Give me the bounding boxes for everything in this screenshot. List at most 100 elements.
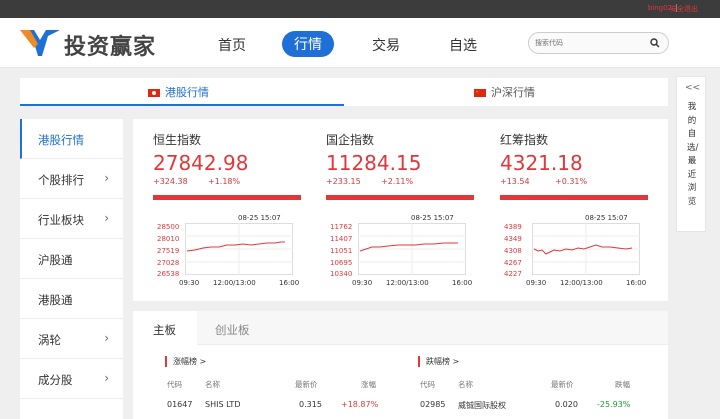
y-tick: 4267: [504, 259, 522, 267]
index-bar: [153, 195, 301, 200]
y-tick: 27519: [157, 247, 180, 255]
chart-timestamp: 08-25 15:07: [238, 214, 281, 222]
index-name: 恒生指数: [153, 133, 202, 147]
x-tick: 09:30: [352, 279, 373, 287]
index-change: +13.54: [500, 177, 530, 186]
chart-timestamp: 08-25 15:07: [411, 214, 454, 222]
search-icon[interactable]: [650, 38, 660, 48]
gainers-row-name[interactable]: SHIS LTD: [205, 400, 240, 409]
hk-flag-icon: [148, 89, 160, 97]
sidebar-item-sh-connect[interactable]: 沪股通: [20, 239, 123, 279]
y-tick: 4349: [504, 235, 522, 243]
sidebar-item-label: 个股排行: [38, 173, 84, 187]
y-tick: 27028: [157, 259, 180, 267]
nav-quotes[interactable]: 行情: [282, 31, 334, 57]
sidebar-item-hk-connect[interactable]: 港股通: [20, 279, 123, 319]
y-tick: 11051: [330, 247, 353, 255]
index-card-hscei[interactable]: 国企指数 11284.15 +233.15 +2.11% 08-25 15:07…: [306, 119, 474, 301]
sidebar-item-label: 涡轮: [38, 333, 61, 347]
index-card-hsi[interactable]: 恒生指数 27842.98 +324.38 +1.18% 08-25 15:07…: [133, 119, 301, 301]
y-tick: 4389: [504, 223, 522, 231]
y-tick: 11407: [330, 235, 353, 243]
tab-hk-market[interactable]: 港股行情: [148, 84, 209, 100]
gainers-row-price: 0.315: [299, 400, 322, 409]
x-tick: 12:00/13:00: [386, 279, 429, 287]
cn-flag-icon: [474, 89, 486, 97]
losers-title[interactable]: 跌幅榜 >: [418, 356, 459, 367]
collapse-arrow-icon[interactable]: <<: [685, 83, 700, 93]
sidebar: 港股行情 个股排行 › 行业板块 › 沪股通 港股通 涡轮 › 成分股 ›: [20, 119, 123, 419]
tab-gem-board[interactable]: 创业板: [215, 322, 250, 338]
y-tick: 28010: [157, 235, 180, 243]
market-tabs: 港股行情 沪深行情: [20, 78, 668, 106]
gainers-header-code: 代码: [167, 380, 182, 389]
sidebar-item-label: 成分股: [38, 373, 73, 387]
board-tabs: [133, 311, 668, 345]
sidebar-item-sectors[interactable]: 行业板块 ›: [20, 199, 123, 239]
index-cards: 恒生指数 27842.98 +324.38 +1.18% 08-25 15:07…: [133, 119, 668, 301]
logo-icon[interactable]: [18, 26, 62, 58]
index-change: +233.15: [326, 177, 361, 186]
recent-panel[interactable]: << 我的自选/最近浏览: [676, 76, 706, 232]
y-tick: 28500: [157, 223, 180, 231]
sidebar-item-warrants[interactable]: 涡轮 ›: [20, 319, 123, 359]
sidebar-item-stock-ranking[interactable]: 个股排行 ›: [20, 159, 123, 199]
intraday-line: [358, 223, 466, 275]
board-panel: 主板 创业板 涨幅榜 > 代码 名称 最新价 涨幅 01647 SHIS LTD…: [133, 311, 668, 419]
index-name: 国企指数: [326, 133, 375, 147]
logout-link[interactable]: 安全退出: [670, 4, 698, 14]
tab-underline: [20, 104, 344, 106]
sidebar-item-label: 港股通: [38, 293, 73, 307]
tab-label: 港股行情: [165, 86, 209, 99]
index-card-hscci[interactable]: 红筹指数 4321.18 +13.54 +0.31% 08-25 15:07 4…: [480, 119, 648, 301]
sidebar-item-hk-quotes[interactable]: 港股行情: [20, 119, 123, 159]
search-box: [528, 32, 669, 54]
nav-home[interactable]: 首页: [218, 35, 246, 55]
x-tick: 16:00: [626, 279, 647, 287]
index-value: 27842.98: [153, 151, 249, 175]
sidebar-item-constituents[interactable]: 成分股 ›: [20, 359, 123, 399]
sidebar-item-label: 行业板块: [38, 213, 84, 227]
y-tick: 10695: [330, 259, 353, 267]
losers-header-code: 代码: [420, 380, 435, 389]
username-link[interactable]: bing02: [648, 4, 672, 12]
nav-trade[interactable]: 交易: [372, 35, 400, 55]
chevron-right-icon: ›: [104, 171, 109, 185]
chevron-right-icon: ›: [104, 211, 109, 225]
gainers-title[interactable]: 涨幅榜 >: [165, 356, 206, 367]
losers-row-pct: -25.93%: [597, 400, 631, 409]
chevron-right-icon: ›: [104, 331, 109, 345]
index-value: 11284.15: [326, 151, 422, 175]
logo-text[interactable]: 投资赢家: [64, 29, 156, 61]
nav-watchlist[interactable]: 自选: [449, 35, 477, 55]
tab-main-board[interactable]: 主板: [153, 322, 176, 338]
losers-header-price: 最新价: [551, 380, 574, 389]
y-tick: 11762: [330, 223, 353, 231]
index-change: +324.38: [153, 177, 188, 186]
index-pct: +2.11%: [381, 177, 414, 186]
x-tick: 12:00/13:00: [213, 279, 256, 287]
header: 投资赢家 首页 行情 交易 自选: [0, 18, 720, 68]
losers-header-name: 名称: [458, 380, 473, 389]
y-tick: 4227: [504, 270, 522, 278]
x-tick: 09:30: [526, 279, 547, 287]
x-tick: 09:30: [179, 279, 200, 287]
index-bar: [326, 195, 474, 200]
y-tick: 26538: [157, 270, 180, 278]
top-bar: bing02 | 安全退出: [0, 0, 720, 18]
tab-cn-market[interactable]: 沪深行情: [474, 84, 535, 100]
losers-row-code[interactable]: 02985: [420, 400, 445, 409]
y-tick: 10340: [330, 270, 353, 278]
gainers-row-code[interactable]: 01647: [167, 400, 192, 409]
index-pct: +1.18%: [208, 177, 241, 186]
index-pct: +0.31%: [555, 177, 588, 186]
gainers-header-name: 名称: [205, 380, 220, 389]
recent-panel-label: 我的自选/最近浏览: [687, 102, 699, 207]
losers-header-pct: 跌幅: [615, 380, 630, 389]
losers-row-price: 0.020: [555, 400, 578, 409]
intraday-line: [532, 223, 640, 275]
losers-row-name[interactable]: 威铖国际股权: [458, 400, 506, 411]
intraday-line: [185, 223, 293, 275]
search-input[interactable]: [535, 36, 645, 50]
chart-timestamp: 08-25 15:07: [585, 214, 628, 222]
